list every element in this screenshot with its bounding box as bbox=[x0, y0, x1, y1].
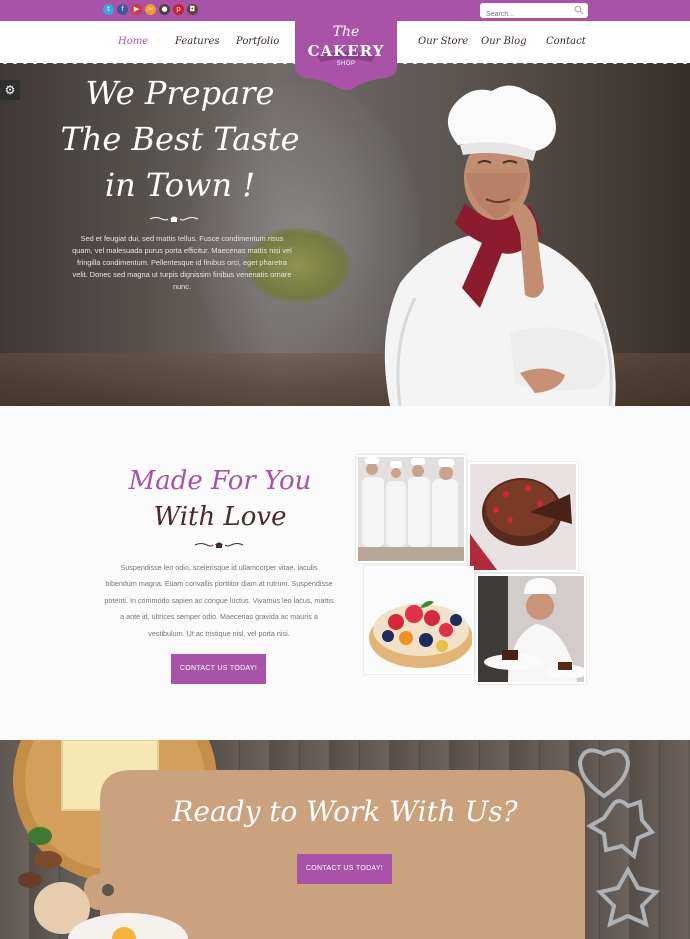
cta-background-image bbox=[13, 740, 660, 939]
twitter-icon[interactable]: t bbox=[103, 4, 114, 15]
hero-description: Sed et feugiat dui, sed mattis tellus. F… bbox=[72, 234, 292, 291]
hero-title-line-2: The Best Taste bbox=[60, 120, 300, 158]
logo-name-text: CAKERY bbox=[307, 42, 385, 60]
chef-image bbox=[384, 85, 616, 406]
hero-title-line-1: We Prepare bbox=[85, 74, 275, 112]
social-icons: t f ▶ ≈ ● p ◘ bbox=[103, 4, 198, 15]
nav-portfolio[interactable]: Portfolio bbox=[236, 36, 279, 47]
contact-us-button[interactable]: CONTACT US TODAY! bbox=[171, 654, 266, 684]
nav-contact[interactable]: Contact bbox=[546, 36, 586, 47]
cupcake-divider-icon bbox=[149, 216, 199, 222]
chef-plating-photo bbox=[476, 574, 586, 684]
instagram-icon[interactable]: ◘ bbox=[187, 4, 198, 15]
pinterest-icon[interactable]: p bbox=[173, 4, 184, 15]
logo-the-text: The bbox=[332, 24, 360, 40]
hero-title: We Prepare The Best Taste in Town ! bbox=[60, 70, 300, 208]
about-title-line-1: Made For You bbox=[128, 466, 312, 496]
search-box bbox=[480, 3, 588, 22]
flickr-icon[interactable]: ● bbox=[159, 4, 170, 15]
chefs-team-photo bbox=[356, 455, 466, 563]
chocolate-cake-photo bbox=[468, 462, 578, 572]
cta-section bbox=[0, 740, 690, 939]
search-icon[interactable] bbox=[574, 5, 584, 15]
youtube-icon[interactable]: ▶ bbox=[131, 4, 142, 15]
about-title-line-2: With Love bbox=[153, 502, 287, 532]
settings-gear-icon[interactable]: ⚙ bbox=[0, 80, 20, 100]
cta-title: Ready to Work With Us? bbox=[172, 795, 518, 828]
cta-contact-button[interactable]: CONTACT US TODAY! bbox=[297, 854, 392, 884]
top-bar: t f ▶ ≈ ● p ◘ bbox=[0, 0, 690, 22]
hero-title-line-3: in Town ! bbox=[104, 166, 256, 204]
facebook-icon[interactable]: f bbox=[117, 4, 128, 15]
nav-home[interactable]: Home bbox=[118, 36, 148, 47]
nav-our-blog[interactable]: Our Blog bbox=[481, 36, 527, 47]
rss-icon[interactable]: ≈ bbox=[145, 4, 156, 15]
cupcake-divider-icon bbox=[194, 542, 244, 548]
search-input[interactable] bbox=[480, 7, 570, 22]
cakery-logo[interactable]: The CAKERY SHOP bbox=[287, 20, 405, 92]
nav-our-store[interactable]: Our Store bbox=[418, 36, 468, 47]
logo-shop-text: SHOP bbox=[336, 61, 356, 67]
nav-features[interactable]: Features bbox=[175, 36, 220, 47]
about-description: Suspendisse leo odio, scelerisque id ull… bbox=[104, 563, 334, 638]
fruit-tart-photo bbox=[364, 566, 474, 674]
